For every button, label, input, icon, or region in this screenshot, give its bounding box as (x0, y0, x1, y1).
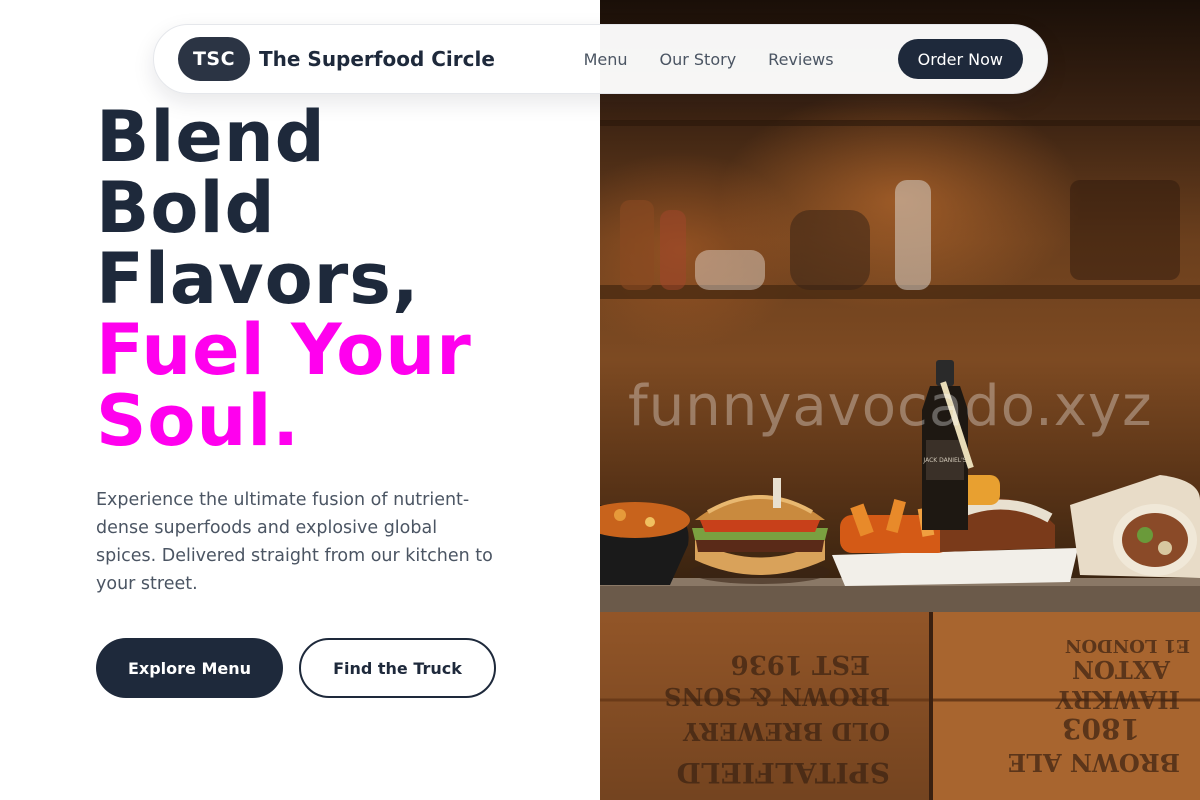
explore-menu-button[interactable]: Explore Menu (96, 638, 283, 698)
crate-text-8: 1803 (1062, 712, 1140, 745)
crate-text-6: AXTON (1072, 655, 1171, 684)
nav-link-menu[interactable]: Menu (584, 50, 628, 69)
navbar: TSC The Superfood Circle Menu Our Story … (153, 24, 1048, 94)
bottle-label: JACK DANIEL'S (922, 457, 966, 464)
hero-description: Experience the ultimate fusion of nutrie… (96, 490, 493, 594)
hero-title-line-3: Flavors, (96, 238, 420, 320)
wrap-illustration (1070, 475, 1200, 578)
order-now-button[interactable]: Order Now (897, 39, 1023, 79)
brand-name: The Superfood Circle (259, 47, 495, 71)
crate-text-1: EST 1936 (731, 649, 870, 679)
nav-link-reviews[interactable]: Reviews (768, 50, 833, 69)
cta-row: Explore Menu Find the Truck (96, 638, 496, 698)
crate-text-2: BROWN & SONS (664, 682, 890, 711)
watermark: funnyavocado.xyz (628, 374, 1153, 439)
crate-text-5: E1 LONDON (1065, 635, 1190, 656)
find-the-truck-button[interactable]: Find the Truck (299, 638, 496, 698)
hero-accent-line-2: Soul. (96, 380, 300, 462)
burger-illustration (690, 478, 830, 584)
crate-text-4: SPITALFIELD (677, 756, 890, 789)
crate-text-9: BROWN ALE (1008, 748, 1180, 777)
nav-links: Menu Our Story Reviews Order Now (584, 39, 1023, 79)
hero-accent-line-1: Fuel Your (96, 309, 472, 391)
hero-photo: EST 1936 BROWN & SONS OLD BREWERY SPITAL… (600, 0, 1200, 800)
brand-badge: TSC (178, 37, 250, 81)
hero-title-line-2: Bold (96, 167, 276, 249)
nav-link-our-story[interactable]: Our Story (660, 50, 737, 69)
hero-title: Blend Bold Flavors, Fuel Your Soul. (96, 102, 472, 457)
landing-page: EST 1936 BROWN & SONS OLD BREWERY SPITAL… (0, 0, 1200, 800)
crate-text-7: HAWKRY (1055, 685, 1180, 714)
brand-logo[interactable]: TSC The Superfood Circle (178, 37, 495, 81)
hero-title-line-1: Blend (96, 96, 326, 178)
crate-text-3: OLD BREWERY (682, 717, 890, 746)
